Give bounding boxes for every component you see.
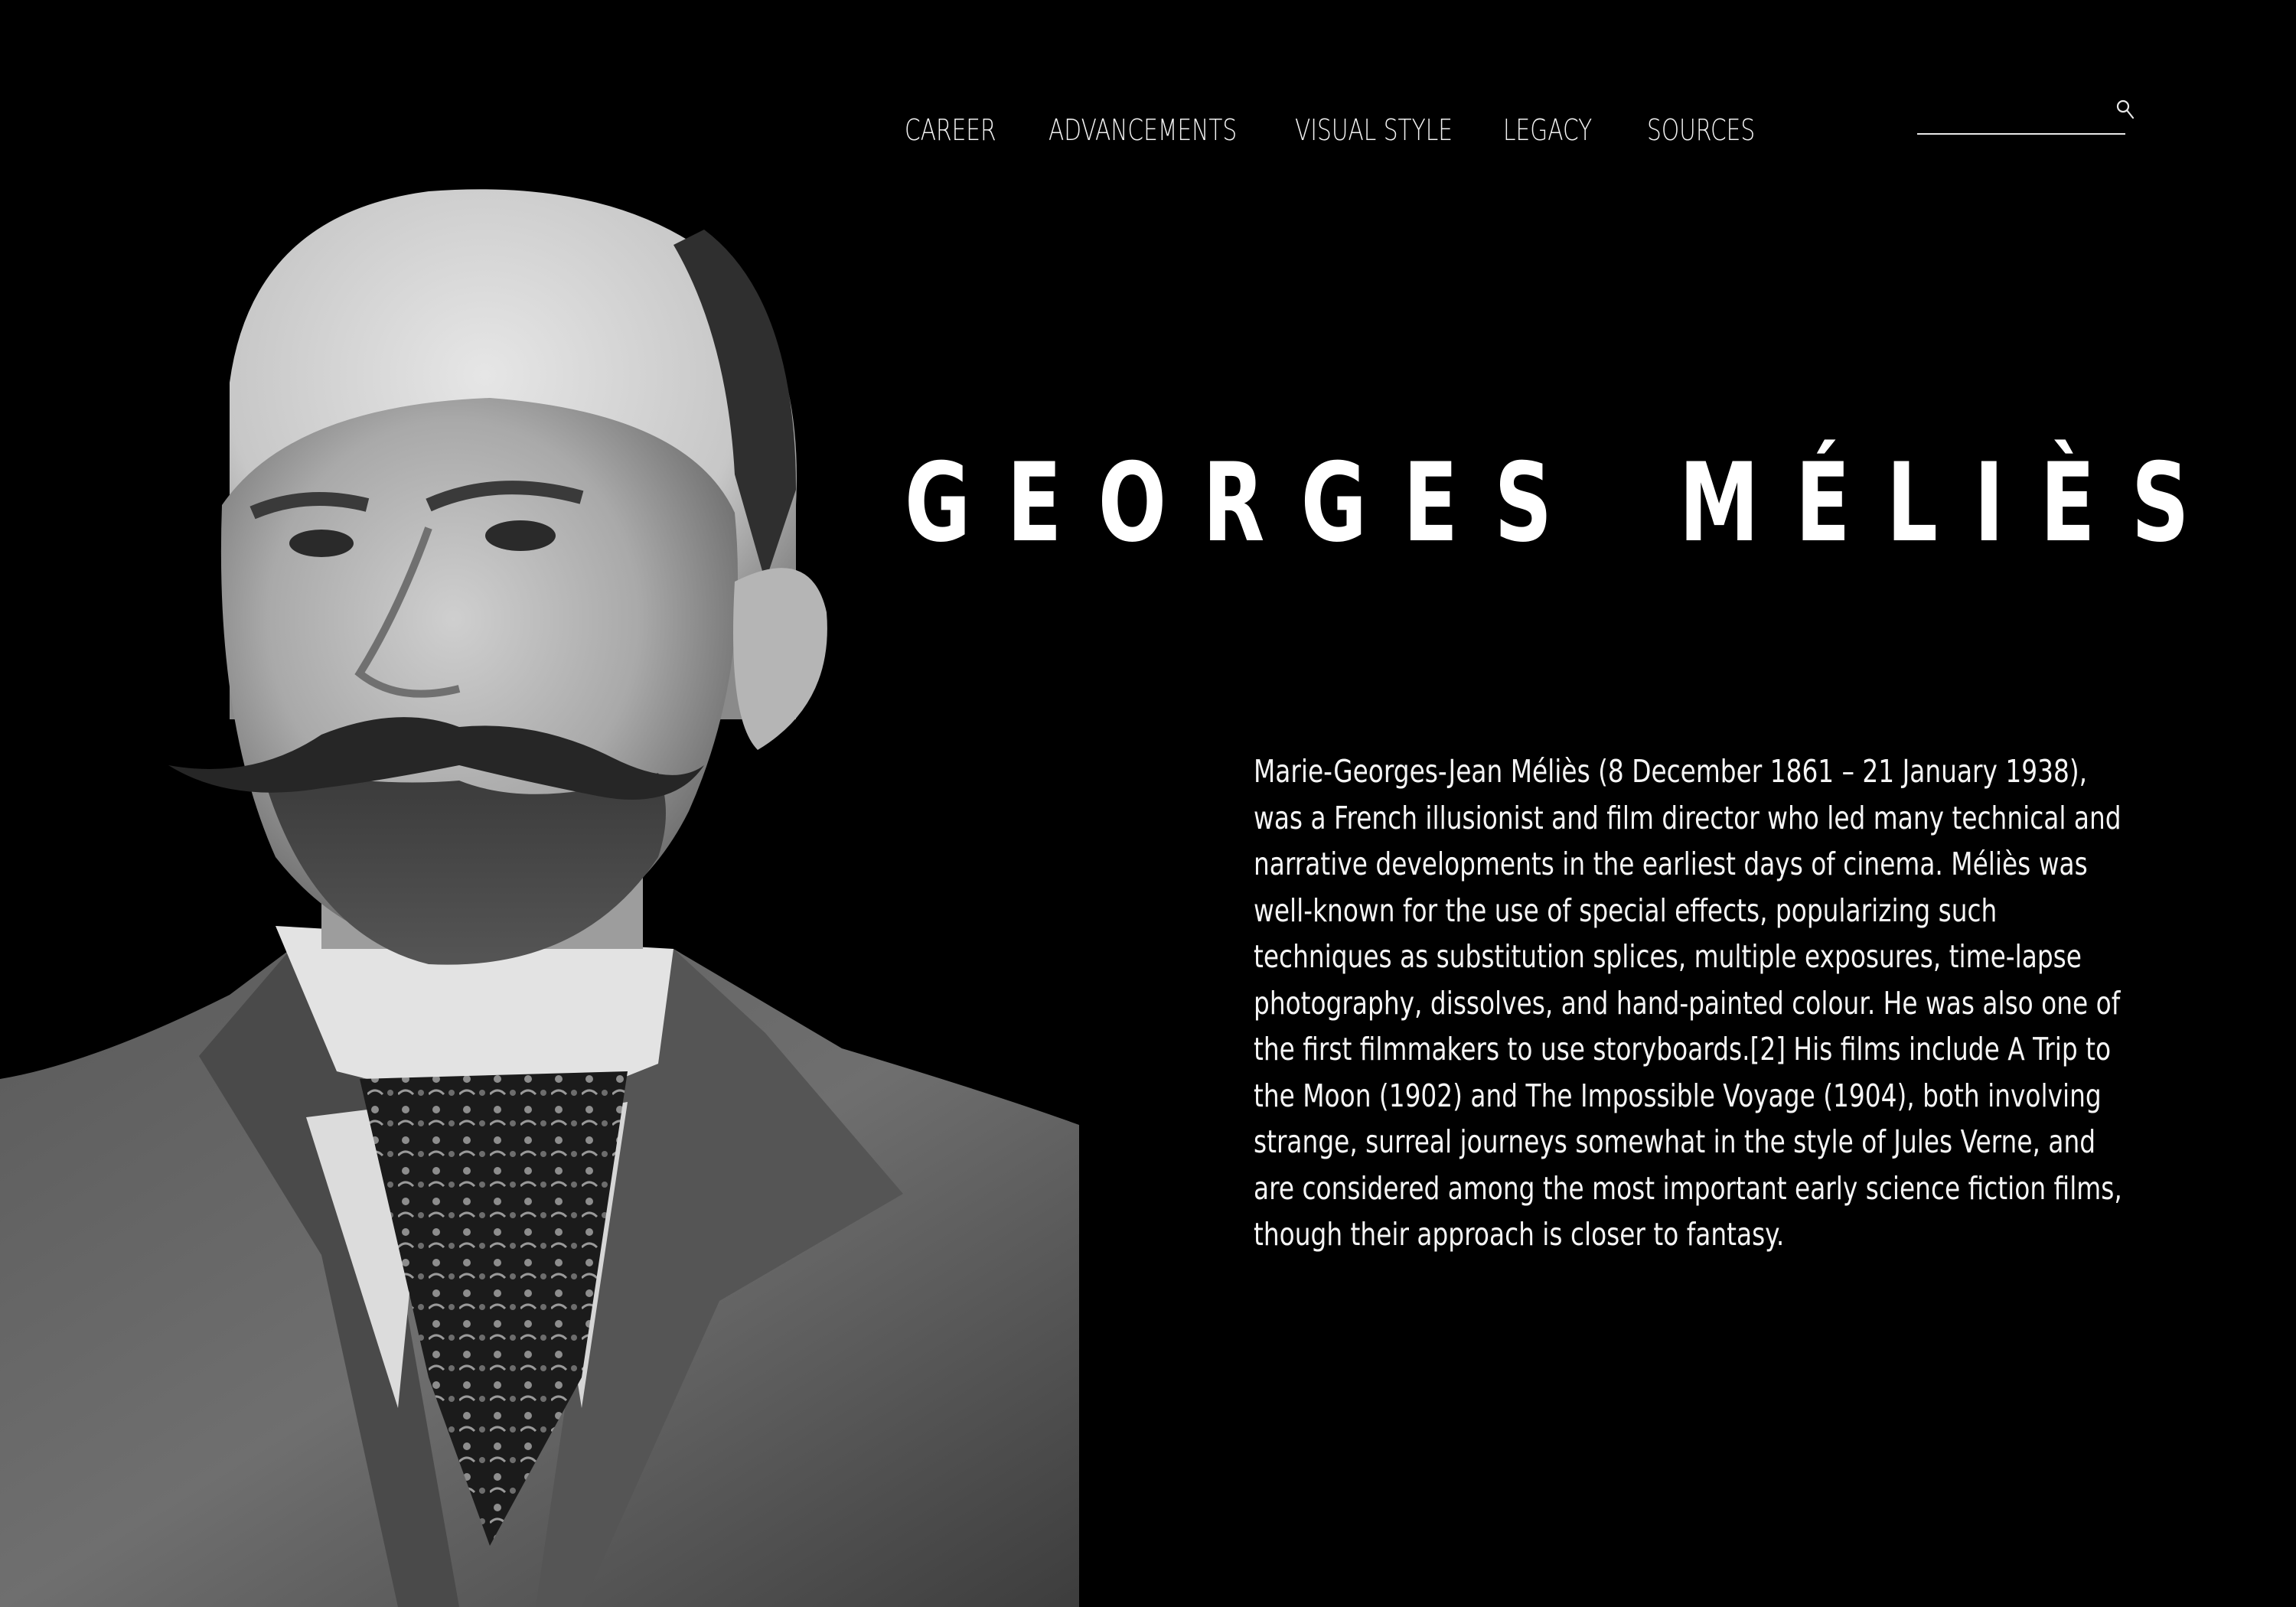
page: CAREER ADVANCEMENTS VISUAL STYLE LEGACY … <box>0 0 2296 1607</box>
nav-item-sources[interactable]: SOURCES <box>1647 107 1755 153</box>
search-box <box>1917 92 2138 138</box>
nav-item-career[interactable]: CAREER <box>905 107 996 153</box>
search-icon[interactable] <box>2115 98 2138 121</box>
portrait-image <box>0 184 1087 1607</box>
search-input[interactable] <box>1917 103 2125 135</box>
main-nav: CAREER ADVANCEMENTS VISUAL STYLE LEGACY … <box>905 107 1823 153</box>
title-last-name: MÉLIÈS <box>1678 440 2226 566</box>
bio-paragraph: Marie-Georges-Jean Méliès (8 December 18… <box>1254 753 2122 1253</box>
nav-item-visual-style[interactable]: VISUAL STYLE <box>1295 107 1453 153</box>
portrait-photo-icon <box>0 189 1079 1607</box>
title-first-name: GEORGES <box>905 440 1589 566</box>
nav-item-advancements[interactable]: ADVANCEMENTS <box>1049 107 1237 153</box>
page-title: GEORGES MÉLIÈS <box>905 435 2226 572</box>
nav-item-legacy[interactable]: LEGACY <box>1503 107 1592 153</box>
